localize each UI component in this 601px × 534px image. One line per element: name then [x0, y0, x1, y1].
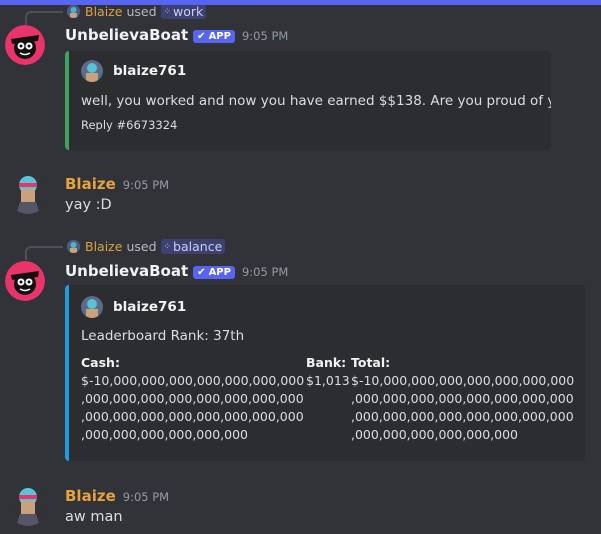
user-avatar[interactable]: [8, 174, 48, 214]
badge-label: APP: [208, 31, 231, 42]
timestamp[interactable]: 9:05 PM: [123, 178, 169, 192]
app-badge: ✔ APP: [193, 266, 235, 279]
embed-description: Leaderboard Rank: 37th: [81, 328, 245, 344]
user-avatar[interactable]: [8, 486, 48, 526]
embed-author-avatar: [81, 60, 103, 82]
field-line: $-10,000,000,000,000,000,000,000: [351, 373, 575, 388]
reply-used-text: used: [126, 4, 157, 19]
verified-check-icon: ✔: [197, 267, 206, 278]
timestamp[interactable]: 9:05 PM: [123, 490, 169, 504]
message-header: Blaize 9:05 PM: [65, 487, 169, 505]
verified-check-icon: ✔: [197, 31, 206, 42]
reply-reference[interactable]: Blaize used ⁘ balance: [67, 239, 226, 254]
field-bank-name: Bank:: [306, 355, 347, 370]
chat-message-list: Blaize used ⁘ work UnbelievaBoat ✔ APP 9…: [0, 0, 601, 534]
reply-avatar[interactable]: [67, 5, 80, 18]
reply-used-text: used: [126, 239, 157, 254]
slash-command-icon: ⁘: [163, 241, 171, 252]
field-bank-value: $1,013: [306, 372, 350, 390]
embed-author: blaize761: [81, 60, 186, 82]
field-total-name: Total:: [351, 355, 391, 370]
field-line: ,000,000,000,000,000,000,000,000: [351, 391, 574, 406]
reply-username[interactable]: Blaize: [85, 4, 122, 19]
timestamp[interactable]: 9:05 PM: [242, 265, 288, 279]
field-line: ,000,000,000,000,000,000: [351, 427, 518, 442]
reply-connector: [25, 11, 63, 25]
embed-author: blaize761: [81, 296, 186, 318]
message-content: aw man: [65, 509, 123, 525]
message-header: Blaize 9:05 PM: [65, 175, 169, 193]
slash-command-icon: ⁘: [163, 6, 171, 17]
embed-color-bar: [65, 285, 69, 461]
reply-username[interactable]: Blaize: [85, 239, 122, 254]
work-embed: blaize761 well, you worked and now you h…: [65, 51, 551, 150]
command-name: balance: [173, 239, 223, 254]
field-line: ,000,000,000,000,000,000,000,000: [81, 409, 304, 424]
reply-avatar[interactable]: [67, 240, 80, 253]
app-badge: ✔ APP: [193, 30, 235, 43]
command-name: work: [173, 4, 204, 19]
author-name[interactable]: UnbelievaBoat: [65, 26, 188, 44]
field-line: $1,013: [306, 373, 350, 388]
reply-reference[interactable]: Blaize used ⁘ work: [67, 4, 207, 19]
field-line: $-10,000,000,000,000,000,000,000: [81, 373, 305, 388]
bot-avatar[interactable]: [5, 261, 45, 301]
author-name[interactable]: Blaize: [65, 487, 116, 505]
message-header: UnbelievaBoat ✔ APP 9:05 PM: [65, 262, 288, 280]
field-line: ,000,000,000,000,000,000: [81, 427, 248, 442]
message-header: UnbelievaBoat ✔ APP 9:05 PM: [65, 26, 288, 44]
field-cash-name: Cash:: [81, 355, 120, 370]
field-cash-value: $-10,000,000,000,000,000,000,000 ,000,00…: [81, 372, 304, 444]
reply-connector: [25, 246, 63, 260]
author-name[interactable]: UnbelievaBoat: [65, 262, 188, 280]
command-mention[interactable]: ⁘ work: [160, 4, 207, 19]
field-total-value: $-10,000,000,000,000,000,000,000 ,000,00…: [351, 372, 574, 444]
field-line: ,000,000,000,000,000,000,000,000: [81, 391, 304, 406]
bot-avatar[interactable]: [5, 25, 45, 65]
author-name[interactable]: Blaize: [65, 175, 116, 193]
embed-footer: Reply #6673324: [81, 118, 178, 132]
badge-label: APP: [208, 267, 231, 278]
embed-author-avatar: [81, 296, 103, 318]
timestamp[interactable]: 9:05 PM: [242, 29, 288, 43]
message-content: yay :D: [65, 197, 112, 213]
embed-author-name: blaize761: [113, 299, 187, 315]
balance-embed: blaize761 Leaderboard Rank: 37th Cash: $…: [65, 285, 585, 461]
embed-color-bar: [65, 51, 69, 150]
field-line: ,000,000,000,000,000,000,000,000: [351, 409, 574, 424]
command-mention[interactable]: ⁘ balance: [160, 239, 226, 254]
embed-description: well, you worked and now you have earned…: [81, 93, 551, 109]
embed-author-name: blaize761: [113, 63, 187, 79]
